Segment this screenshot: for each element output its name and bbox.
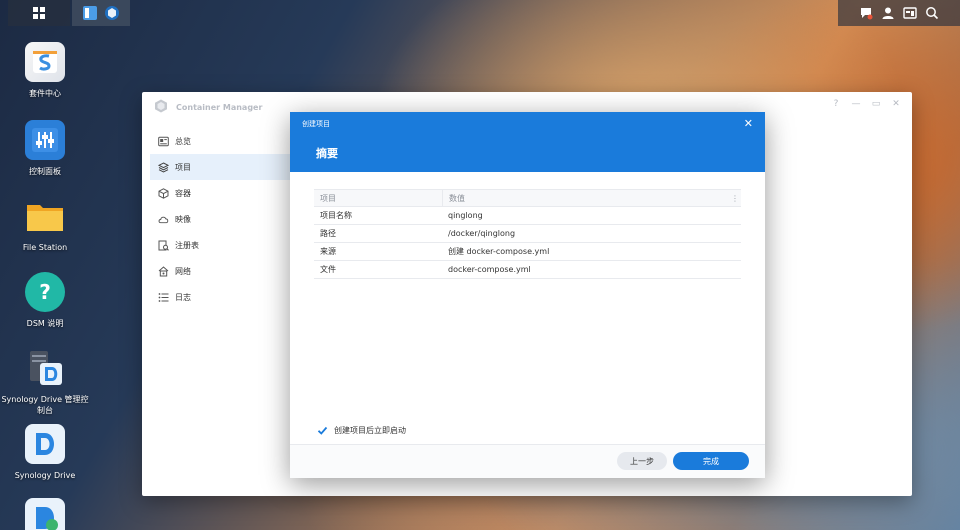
sidebar-item-label: 映像 [175, 214, 191, 224]
table-cell-value: docker-compose.yml [448, 265, 531, 274]
taskbar-system-tray [838, 0, 960, 26]
table-cell-value: 创建 docker-compose.yml [448, 247, 550, 256]
sidebar-item-image[interactable]: 映像 [150, 206, 290, 232]
desktop-item-dsm-help[interactable]: ? DSM 说明 [0, 272, 90, 329]
minimize-button[interactable]: — [850, 98, 862, 110]
taskbar-open-apps [72, 0, 130, 26]
package-center-icon [25, 42, 65, 82]
column-header-value[interactable]: 数值 [442, 190, 729, 206]
sidebar-item-container[interactable]: 容器 [150, 180, 290, 206]
sidebar-item-label: 项目 [175, 162, 191, 172]
previous-button[interactable]: 上一步 [617, 452, 667, 470]
sidebar-item-label: 日志 [175, 292, 191, 302]
table-cell-value: qinglong [448, 211, 483, 220]
table-header-row: 项目 数值 ⋮ [314, 189, 741, 207]
desktop-item-drive-sync[interactable] [0, 498, 90, 530]
table-cell-key: 项目名称 [320, 211, 352, 220]
notification-chat-icon[interactable] [855, 2, 877, 24]
table-cell-value: /docker/qinglong [448, 229, 516, 238]
table-cell-key: 路径 [320, 229, 336, 238]
sidebar-item-log[interactable]: 日志 [150, 284, 290, 310]
svg-text:?: ? [39, 280, 51, 304]
sidebar-item-overview[interactable]: 总览 [150, 128, 290, 154]
grid-menu-icon [28, 2, 50, 24]
main-menu-button[interactable] [8, 0, 70, 26]
search-icon[interactable] [921, 2, 943, 24]
close-window-button[interactable]: ✕ [890, 98, 902, 110]
sidebar-item-label: 总览 [175, 136, 191, 146]
container-icon [158, 187, 169, 199]
dialog-header: 创建项目 ✕ 摘要 [290, 112, 765, 172]
desktop-item-file-station[interactable]: File Station [0, 196, 90, 253]
window-titlebar: Container Manager [154, 98, 262, 117]
dialog-window-title: 创建项目 [302, 120, 330, 128]
help-icon: ? [25, 272, 65, 312]
user-icon[interactable] [877, 2, 899, 24]
dialog-footer: 上一步 完成 [290, 444, 765, 478]
start-after-create-option[interactable]: 创建项目后立即启动 [316, 424, 406, 436]
desktop-item-drive-admin[interactable]: Synology Drive 管理控制台 [0, 348, 90, 416]
drive-sync-icon [25, 498, 65, 530]
project-icon [158, 161, 169, 173]
done-button[interactable]: 完成 [673, 452, 749, 470]
drive-admin-icon [25, 348, 65, 388]
help-button[interactable]: ? [830, 98, 842, 110]
sidebar-item-label: 注册表 [175, 240, 199, 250]
summary-table: 项目 数值 ⋮ 项目名称 qinglong 路径 /docker/qinglon… [314, 189, 741, 279]
image-cloud-icon [158, 214, 169, 225]
desktop-item-label: 控制面板 [29, 167, 61, 176]
table-row: 文件 docker-compose.yml [314, 261, 741, 279]
maximize-button[interactable]: ▭ [870, 98, 882, 110]
table-row: 来源 创建 docker-compose.yml [314, 243, 741, 261]
widgets-icon[interactable] [899, 2, 921, 24]
sidebar-item-network[interactable]: 网络 [150, 258, 290, 284]
control-panel-icon [25, 120, 65, 160]
folder-icon [25, 196, 65, 236]
dialog-step-title: 摘要 [316, 147, 338, 160]
log-icon [158, 292, 169, 303]
container-manager-logo-icon [154, 98, 168, 117]
registry-icon [158, 240, 169, 251]
dialog-close-icon[interactable]: ✕ [744, 118, 753, 130]
window-title: Container Manager [176, 103, 263, 112]
checkmark-icon[interactable] [316, 424, 328, 436]
table-cell-key: 文件 [320, 265, 336, 274]
taskbar [0, 0, 960, 26]
network-icon [158, 265, 169, 277]
overview-icon [158, 136, 169, 147]
window-controls: ? — ▭ ✕ [830, 98, 902, 110]
drive-icon [25, 424, 65, 464]
desktop-item-label: 套件中心 [29, 89, 61, 98]
table-cell-key: 来源 [320, 247, 336, 256]
table-row: 项目名称 qinglong [314, 207, 741, 225]
checkbox-label: 创建项目后立即启动 [334, 425, 406, 435]
desktop-item-label: Synology Drive 管理控制台 [1, 395, 89, 415]
desktop-item-label: DSM 说明 [26, 319, 64, 328]
create-project-dialog: 创建项目 ✕ 摘要 项目 数值 ⋮ 项目名称 qinglong 路径 /dock… [290, 112, 765, 478]
desktop-item-control-panel[interactable]: 控制面板 [0, 120, 90, 177]
column-menu-icon[interactable]: ⋮ [729, 194, 741, 203]
sidebar: 总览 项目 容器 映像 注册表 网络 日志 [150, 128, 290, 310]
desktop-item-package-center[interactable]: 套件中心 [0, 42, 90, 99]
sidebar-item-label: 网络 [175, 266, 191, 276]
table-row: 路径 /docker/qinglong [314, 225, 741, 243]
column-header-item[interactable]: 项目 [314, 190, 442, 206]
sidebar-item-registry[interactable]: 注册表 [150, 232, 290, 258]
desktop-item-label: Synology Drive [14, 471, 76, 480]
sidebar-item-label: 容器 [175, 188, 191, 198]
window-app-icon[interactable] [79, 2, 101, 24]
sidebar-item-project[interactable]: 项目 [150, 154, 290, 180]
container-manager-taskbar-icon[interactable] [101, 2, 123, 24]
desktop-item-label: File Station [22, 243, 68, 252]
desktop-item-synology-drive[interactable]: Synology Drive [0, 424, 90, 481]
